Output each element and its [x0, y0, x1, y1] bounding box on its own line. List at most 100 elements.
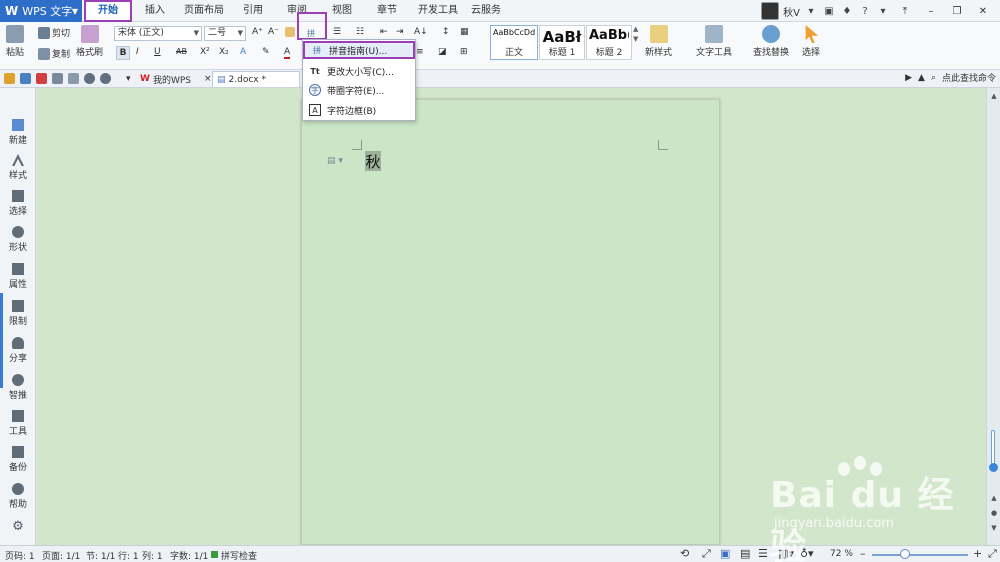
user-name[interactable]: 秋V [783, 4, 800, 19]
select-browse-icon[interactable]: ● [989, 508, 999, 518]
font-name-select[interactable]: 宋体 (正文) ▼ [114, 26, 202, 41]
style-heading-2[interactable]: AaBb( 标题 2 [586, 25, 632, 60]
select-button[interactable]: 选择 [802, 25, 820, 58]
redo-icon[interactable] [100, 73, 111, 84]
d-icon[interactable]: ▶ [905, 73, 912, 83]
table-button[interactable]: ▦ [460, 27, 469, 37]
search-command-label[interactable]: 点此查找命令 [942, 71, 996, 84]
line-spacing-button[interactable]: ≡ [416, 47, 424, 57]
close-button[interactable]: ✕ [972, 2, 994, 20]
increase-indent-button[interactable]: ⇥ [396, 27, 404, 37]
chevron-down-icon[interactable]: ▾ [876, 4, 890, 18]
tab-chapter[interactable]: 章节 [370, 0, 404, 22]
pdf-icon[interactable] [36, 73, 47, 84]
cut-button[interactable]: 剪切 [38, 26, 70, 39]
style-gallery-scroll[interactable]: ▲ ▼ [633, 25, 638, 43]
collapse-ribbon-icon[interactable]: ▲ [918, 73, 925, 83]
strikethrough-button[interactable]: AB [176, 47, 187, 56]
bold-button[interactable]: B [116, 46, 130, 60]
help-icon[interactable]: ? [858, 4, 872, 18]
sidebar-item-recommend[interactable]: 智推 [0, 374, 36, 401]
app-menu-button[interactable]: W WPS 文字 ▼ [0, 0, 82, 22]
sidebar-item-restrict[interactable]: 限制 [0, 300, 36, 327]
fullscreen-icon[interactable]: ⤢ [702, 547, 711, 561]
close-icon[interactable]: × [204, 74, 212, 84]
subscript-button[interactable]: X₂ [219, 47, 229, 57]
shirt-icon[interactable]: ♦ [840, 4, 854, 18]
copy-button[interactable]: 复制 [38, 47, 70, 60]
sidebar-item-shapes[interactable]: 形状 [0, 226, 36, 253]
chevron-down-icon[interactable]: ▾ [804, 4, 818, 18]
skin-icon[interactable]: ▣ [822, 4, 836, 18]
selected-text[interactable]: 秋 [365, 151, 381, 171]
save-icon[interactable] [20, 73, 31, 84]
sidebar-item-styles[interactable]: 样式 [0, 154, 36, 181]
tab-my-wps[interactable]: W 我的WPS × [136, 71, 216, 87]
menu-item-change-case[interactable]: Tt 更改大小写(C)... [303, 62, 415, 80]
page-count[interactable]: 页面: 1/1 [42, 549, 80, 562]
tab-references[interactable]: 引用 [236, 0, 270, 22]
style-normal[interactable]: AaBbCcDd 正文 [490, 25, 538, 60]
word-count[interactable]: 字数: 1/1 [170, 549, 208, 562]
grow-font-button[interactable]: A⁺ [252, 27, 263, 37]
tab-home[interactable]: 开始 [84, 0, 132, 22]
section-count[interactable]: 节: 1/1 [86, 549, 115, 562]
tab-view[interactable]: 视图 [325, 0, 359, 22]
upload-icon[interactable]: ⤒ [894, 2, 916, 20]
find-replace-button[interactable]: 查找替换 [753, 25, 789, 58]
sidebar-item-help[interactable]: 帮助 [0, 483, 36, 510]
restore-button[interactable]: ❐ [946, 2, 968, 20]
settings-button[interactable]: ⚙ [0, 519, 36, 534]
numbered-list-button[interactable]: ☷ [356, 27, 364, 37]
tab-dropdown[interactable]: ▾ [122, 71, 135, 87]
font-color-button[interactable]: A [284, 47, 291, 59]
preview-icon[interactable] [68, 73, 79, 84]
web-view-icon[interactable]: ▤ [740, 547, 750, 560]
highlight-button[interactable]: ✎ [262, 47, 270, 57]
sort-button[interactable]: ↕ [442, 27, 450, 37]
tab-insert[interactable]: 插入 [138, 0, 172, 22]
decrease-indent-button[interactable]: ⇤ [380, 27, 388, 37]
style-heading-1[interactable]: AaBł 标题 1 [539, 25, 585, 60]
format-painter-button[interactable]: 格式刷 [76, 25, 103, 58]
page-number[interactable]: 页码: 1 [5, 549, 35, 562]
sidebar-item-properties[interactable]: 属性 [0, 263, 36, 290]
line-number[interactable]: 行: 1 [118, 549, 139, 562]
prev-page-icon[interactable]: ▲ [989, 493, 999, 503]
sidebar-item-select[interactable]: 选择 [0, 190, 36, 217]
avatar[interactable] [761, 2, 780, 20]
borders-button[interactable]: ⊞ [460, 47, 468, 57]
tab-document[interactable]: ▤ 2.docx * [212, 71, 300, 87]
page-view-icon[interactable]: ▣ [720, 547, 730, 560]
new-style-button[interactable]: 新样式 [645, 25, 672, 58]
menu-item-character-border[interactable]: A 字符边框(B) [303, 101, 415, 119]
sidebar-item-share[interactable]: 分享 [0, 337, 36, 364]
italic-button[interactable]: I [136, 47, 139, 57]
tab-cloud[interactable]: 云服务 [466, 0, 506, 22]
column-number[interactable]: 列: 1 [142, 549, 163, 562]
history-icon[interactable]: ⟲ [680, 547, 689, 560]
paragraph-layout-icon[interactable]: ▤ ▾ [327, 156, 343, 166]
font-size-select[interactable]: 二号 ▼ [204, 26, 246, 41]
underline-button[interactable]: U [154, 47, 161, 57]
menu-item-enclose-characters[interactable]: 字 带圈字符(E)... [303, 81, 415, 99]
shrink-font-button[interactable]: A⁻ [268, 27, 279, 37]
paste-button[interactable]: 粘贴 [6, 25, 24, 58]
superscript-button[interactable]: X² [200, 47, 210, 57]
sidebar-item-tools[interactable]: 工具 [0, 410, 36, 437]
spell-check[interactable]: 拼写检查 [221, 549, 257, 562]
sidebar-item-new[interactable]: 新建 [0, 119, 36, 146]
text-direction-button[interactable]: A↓ [414, 27, 428, 37]
tab-page-layout[interactable]: 页面布局 [180, 0, 228, 22]
text-effect-button[interactable]: A [240, 47, 246, 57]
open-icon[interactable] [4, 73, 15, 84]
bullet-list-button[interactable]: ☰ [333, 27, 341, 37]
shading-button[interactable]: ◪ [438, 47, 447, 57]
print-icon[interactable] [52, 73, 63, 84]
text-tools-button[interactable]: 文字工具 [696, 25, 732, 58]
clear-format-button[interactable] [285, 27, 295, 37]
outline-view-icon[interactable]: ☰ [758, 547, 768, 560]
search-icon[interactable]: ⌕ [931, 73, 936, 83]
tab-developer[interactable]: 开发工具 [414, 0, 462, 22]
sidebar-item-backup[interactable]: 备份 [0, 446, 36, 473]
